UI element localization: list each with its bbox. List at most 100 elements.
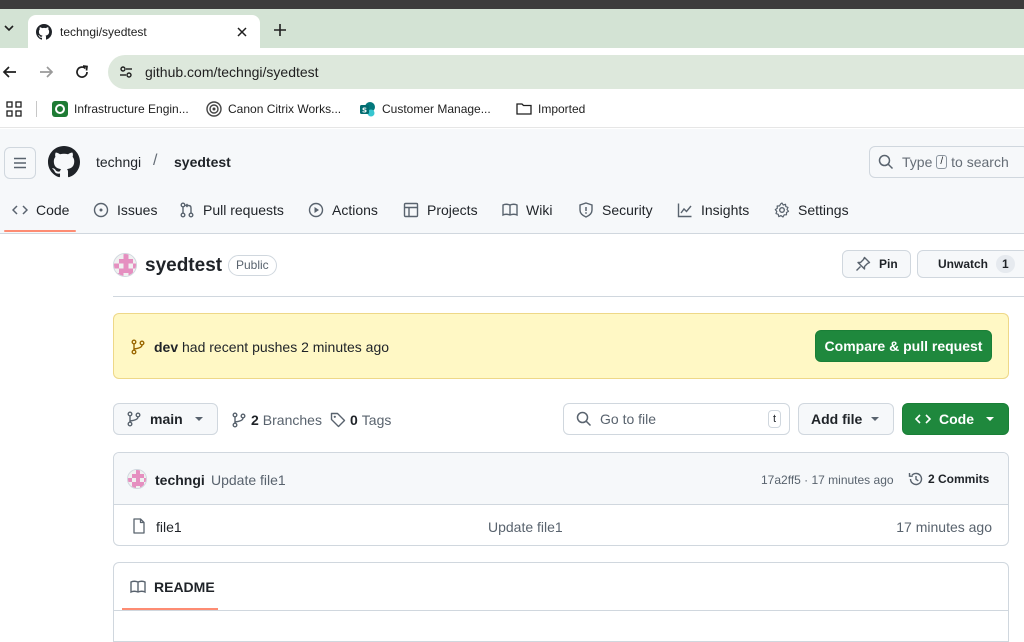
commit-author-avatar[interactable] bbox=[127, 469, 147, 489]
compare-pull-request-button[interactable]: Compare & pull request bbox=[815, 330, 992, 362]
go-to-file-placeholder: Go to file bbox=[600, 411, 657, 427]
tab-pull-requests[interactable]: Pull requests bbox=[179, 196, 284, 224]
tags-link[interactable]: 0 Tags bbox=[330, 411, 391, 429]
file-commit-time: 17 minutes ago bbox=[896, 519, 992, 535]
tab-actions[interactable]: Actions bbox=[308, 196, 378, 224]
tab-label: Security bbox=[602, 202, 653, 218]
go-to-file-input[interactable]: Go to file t bbox=[563, 403, 790, 435]
file-name-link[interactable]: file1 bbox=[156, 519, 182, 535]
reload-button[interactable] bbox=[72, 62, 92, 82]
tab-projects[interactable]: Projects bbox=[403, 196, 478, 224]
bookmark-label: Canon Citrix Works... bbox=[228, 102, 342, 116]
add-file-label: Add file bbox=[811, 411, 863, 427]
back-button[interactable] bbox=[0, 62, 20, 82]
search-icon bbox=[576, 411, 592, 427]
hamburger-icon bbox=[14, 157, 26, 169]
close-icon bbox=[237, 26, 247, 37]
green-app-icon bbox=[52, 101, 68, 117]
bookmark-customer-manage[interactable]: S Customer Manage... bbox=[360, 99, 491, 119]
github-logo-icon[interactable] bbox=[48, 146, 80, 178]
tags-count: 0 bbox=[350, 412, 358, 428]
commit-author[interactable]: techngi bbox=[155, 472, 205, 488]
tab-label: Pull requests bbox=[203, 202, 284, 218]
tag-icon bbox=[330, 412, 346, 428]
repo-title[interactable]: syedtest bbox=[145, 255, 222, 277]
breadcrumb-repo-link[interactable]: syedtest bbox=[174, 154, 231, 170]
git-pull-request-icon bbox=[180, 202, 194, 218]
apps-button[interactable] bbox=[6, 99, 22, 119]
table-icon bbox=[403, 202, 419, 218]
search-prefix: Type bbox=[902, 154, 933, 170]
new-tab-button[interactable] bbox=[270, 20, 290, 40]
breadcrumb-owner-link[interactable]: techngi bbox=[96, 154, 141, 170]
address-url: github.com/techngi/syedtest bbox=[145, 64, 319, 80]
search-suffix: to search bbox=[951, 154, 1009, 170]
svg-text:S: S bbox=[362, 107, 367, 115]
readme-header-divider bbox=[114, 610, 1008, 611]
code-button[interactable]: Code bbox=[902, 403, 1009, 435]
tab-settings[interactable]: Settings bbox=[774, 196, 849, 224]
play-icon bbox=[308, 202, 324, 218]
code-button-label: Code bbox=[939, 411, 974, 427]
tab-label: Code bbox=[36, 202, 70, 218]
caret-down-icon bbox=[871, 417, 879, 421]
branch-select-button[interactable]: main bbox=[113, 403, 218, 435]
tab-label: Projects bbox=[427, 202, 478, 218]
recent-push-message: dev had recent pushes 2 minutes ago bbox=[154, 339, 389, 355]
browser-tab-active[interactable]: techngi/syedtest bbox=[28, 15, 260, 48]
pin-button[interactable]: Pin bbox=[842, 250, 911, 278]
tab-code[interactable]: Code bbox=[12, 196, 69, 224]
tab-label: Actions bbox=[332, 202, 378, 218]
bookmark-folder-imported[interactable]: Imported bbox=[516, 99, 585, 119]
pushed-branch-name[interactable]: dev bbox=[154, 339, 178, 355]
tab-label: Settings bbox=[798, 202, 849, 218]
tab-insights[interactable]: Insights bbox=[677, 196, 749, 224]
address-bar[interactable]: github.com/techngi/syedtest bbox=[108, 55, 1024, 89]
tab-wiki[interactable]: Wiki bbox=[502, 196, 552, 224]
global-search-button[interactable]: Type / to search bbox=[869, 146, 1024, 178]
title-divider bbox=[113, 296, 1024, 297]
branches-link[interactable]: 2 Branches bbox=[231, 411, 322, 429]
github-favicon-icon bbox=[36, 23, 52, 40]
branches-count: 2 bbox=[251, 412, 259, 428]
git-branch-icon bbox=[127, 411, 141, 427]
bookmark-label: Customer Manage... bbox=[382, 102, 491, 116]
bookmark-label: Infrastructure Engin... bbox=[74, 102, 189, 116]
commit-sha-time[interactable]: 17a2ff5 · 17 minutes ago bbox=[761, 473, 894, 487]
history-icon bbox=[908, 472, 923, 486]
tab-close-button[interactable] bbox=[234, 24, 250, 40]
identicon-icon bbox=[128, 470, 146, 488]
tab-issues[interactable]: Issues bbox=[93, 196, 157, 224]
global-menu-button[interactable] bbox=[4, 147, 36, 179]
bookmarks-divider bbox=[36, 101, 37, 117]
issue-opened-icon bbox=[93, 202, 109, 218]
file-commit-message[interactable]: Update file1 bbox=[488, 519, 563, 535]
commits-history-link[interactable]: 2 Commits bbox=[908, 470, 989, 488]
file-icon bbox=[133, 518, 145, 534]
file-table: techngi Update file1 17a2ff5 · 17 minute… bbox=[113, 452, 1009, 546]
caret-down-icon bbox=[986, 417, 994, 421]
owner-avatar[interactable] bbox=[113, 253, 137, 277]
forward-button[interactable] bbox=[36, 62, 56, 82]
visibility-badge: Public bbox=[228, 255, 277, 276]
book-icon bbox=[502, 203, 518, 217]
git-branch-icon bbox=[232, 412, 246, 428]
git-branch-icon bbox=[131, 339, 145, 355]
tab-search-button[interactable] bbox=[0, 16, 18, 40]
add-file-button[interactable]: Add file bbox=[798, 403, 894, 435]
unwatch-button[interactable]: Unwatch 1 bbox=[917, 250, 1024, 278]
arrow-right-icon bbox=[40, 66, 54, 78]
bookmark-infrastructure[interactable]: Infrastructure Engin... bbox=[52, 99, 189, 119]
identicon-icon bbox=[114, 254, 136, 276]
table-row: file1 Update file1 17 minutes ago bbox=[114, 506, 1008, 545]
commit-message[interactable]: Update file1 bbox=[211, 472, 286, 488]
readme-tab[interactable]: README bbox=[130, 578, 215, 596]
window-top-bar bbox=[0, 0, 1024, 9]
latest-commit-row: techngi Update file1 17a2ff5 · 17 minute… bbox=[114, 453, 1008, 505]
pin-label: Pin bbox=[879, 257, 898, 271]
citrix-icon bbox=[206, 101, 222, 117]
tab-security[interactable]: Security bbox=[578, 196, 653, 224]
bookmark-label: Imported bbox=[538, 102, 586, 116]
bookmark-canon-citrix[interactable]: Canon Citrix Works... bbox=[206, 99, 341, 119]
tab-label: Issues bbox=[117, 202, 158, 218]
